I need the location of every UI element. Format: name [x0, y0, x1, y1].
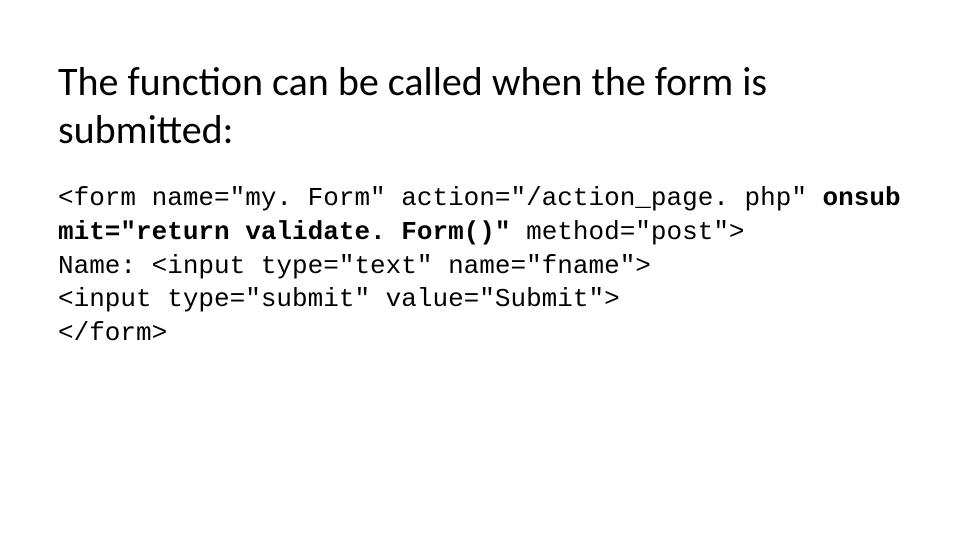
code-line-5: </form> — [58, 318, 167, 348]
code-segment-plain-1: <form name="my. Form" action="/action_pa… — [58, 183, 823, 213]
code-segment-plain-2: method="post"> — [510, 217, 744, 247]
code-line-4: <input type="submit" value="Submit"> — [58, 284, 620, 314]
code-block: <form name="my. Form" action="/action_pa… — [58, 182, 902, 351]
heading: The function can be called when the form… — [58, 58, 902, 154]
code-line-3: Name: <input type="text" name="fname"> — [58, 251, 651, 281]
